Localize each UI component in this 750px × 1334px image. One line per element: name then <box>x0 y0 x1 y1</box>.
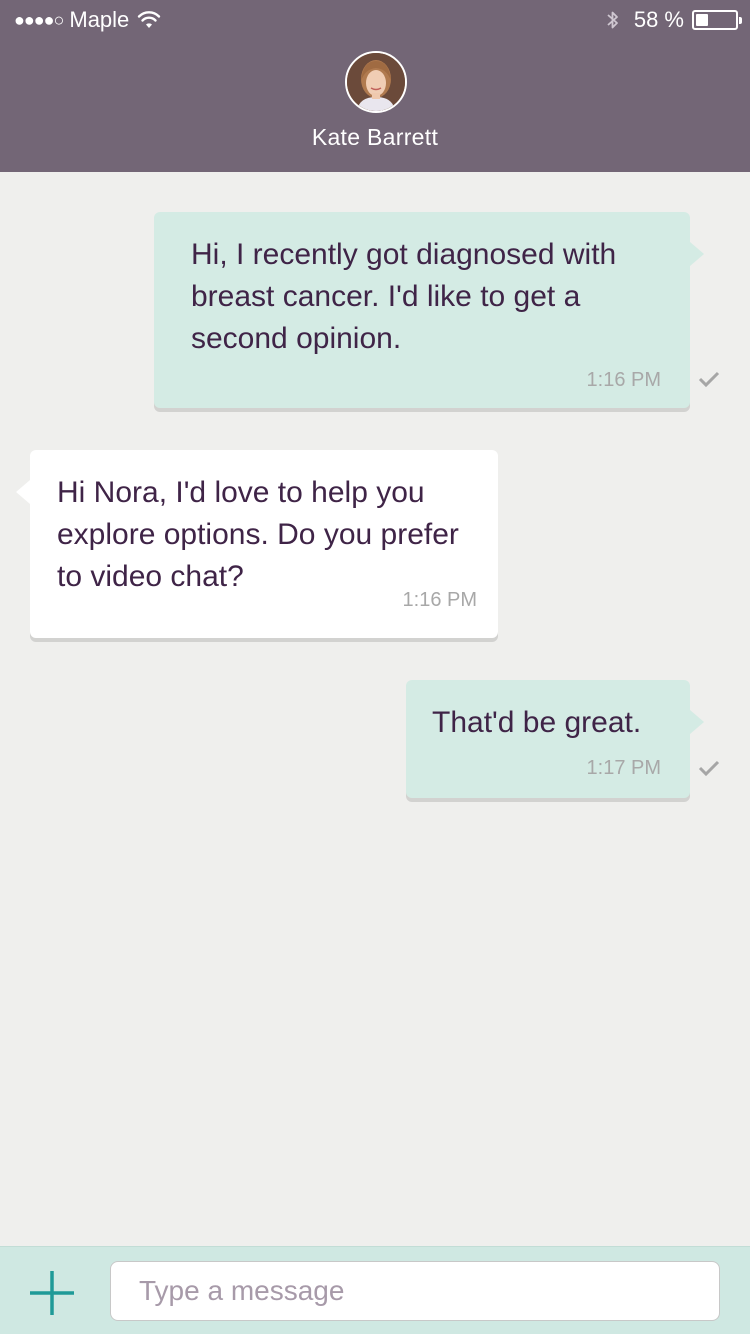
delivered-check-icon <box>698 760 720 777</box>
battery-level-fill <box>696 14 708 26</box>
outgoing-message[interactable]: That'd be great. 1:17 PM <box>406 680 704 798</box>
message-timestamp: 1:17 PM <box>586 757 661 779</box>
bubble-tail <box>16 480 30 504</box>
message-timestamp: 1:16 PM <box>586 369 661 391</box>
status-bar: ●●●●○ Maple 58 % <box>0 0 750 40</box>
signal-strength-icon: ●●●●○ <box>14 9 64 30</box>
add-attachment-button[interactable] <box>26 1267 78 1319</box>
message-list[interactable]: Hi, I recently got diagnosed with breast… <box>0 172 750 1246</box>
bubble-tail <box>690 710 704 734</box>
avatar-portrait-icon <box>347 53 405 111</box>
incoming-message[interactable]: Hi Nora, I'd love to help you explore op… <box>16 450 498 638</box>
message-timestamp: 1:16 PM <box>402 589 477 611</box>
contact-avatar[interactable] <box>345 51 407 113</box>
delivered-check-icon <box>698 371 720 388</box>
bluetooth-icon <box>607 11 618 29</box>
message-text: That'd be great. <box>432 706 642 739</box>
outgoing-message[interactable]: Hi, I recently got diagnosed with breast… <box>154 212 704 408</box>
message-input[interactable] <box>110 1261 720 1321</box>
status-right: 58 % <box>606 7 742 33</box>
chat-header: ●●●●○ Maple 58 % Kate Barrett <box>0 0 750 172</box>
bubble-tail <box>690 242 704 266</box>
message-text: Hi, I recently got diagnosed with breast… <box>191 238 617 355</box>
battery-icon <box>692 10 742 30</box>
battery-percentage: 58 % <box>633 7 684 32</box>
contact-name[interactable]: Kate Barrett <box>0 124 750 151</box>
wifi-icon <box>138 11 161 28</box>
carrier-name: Maple <box>69 7 130 32</box>
status-left: ●●●●○ Maple <box>14 7 161 33</box>
message-text: Hi Nora, I'd love to help you explore op… <box>57 476 459 593</box>
message-composer <box>0 1246 750 1334</box>
